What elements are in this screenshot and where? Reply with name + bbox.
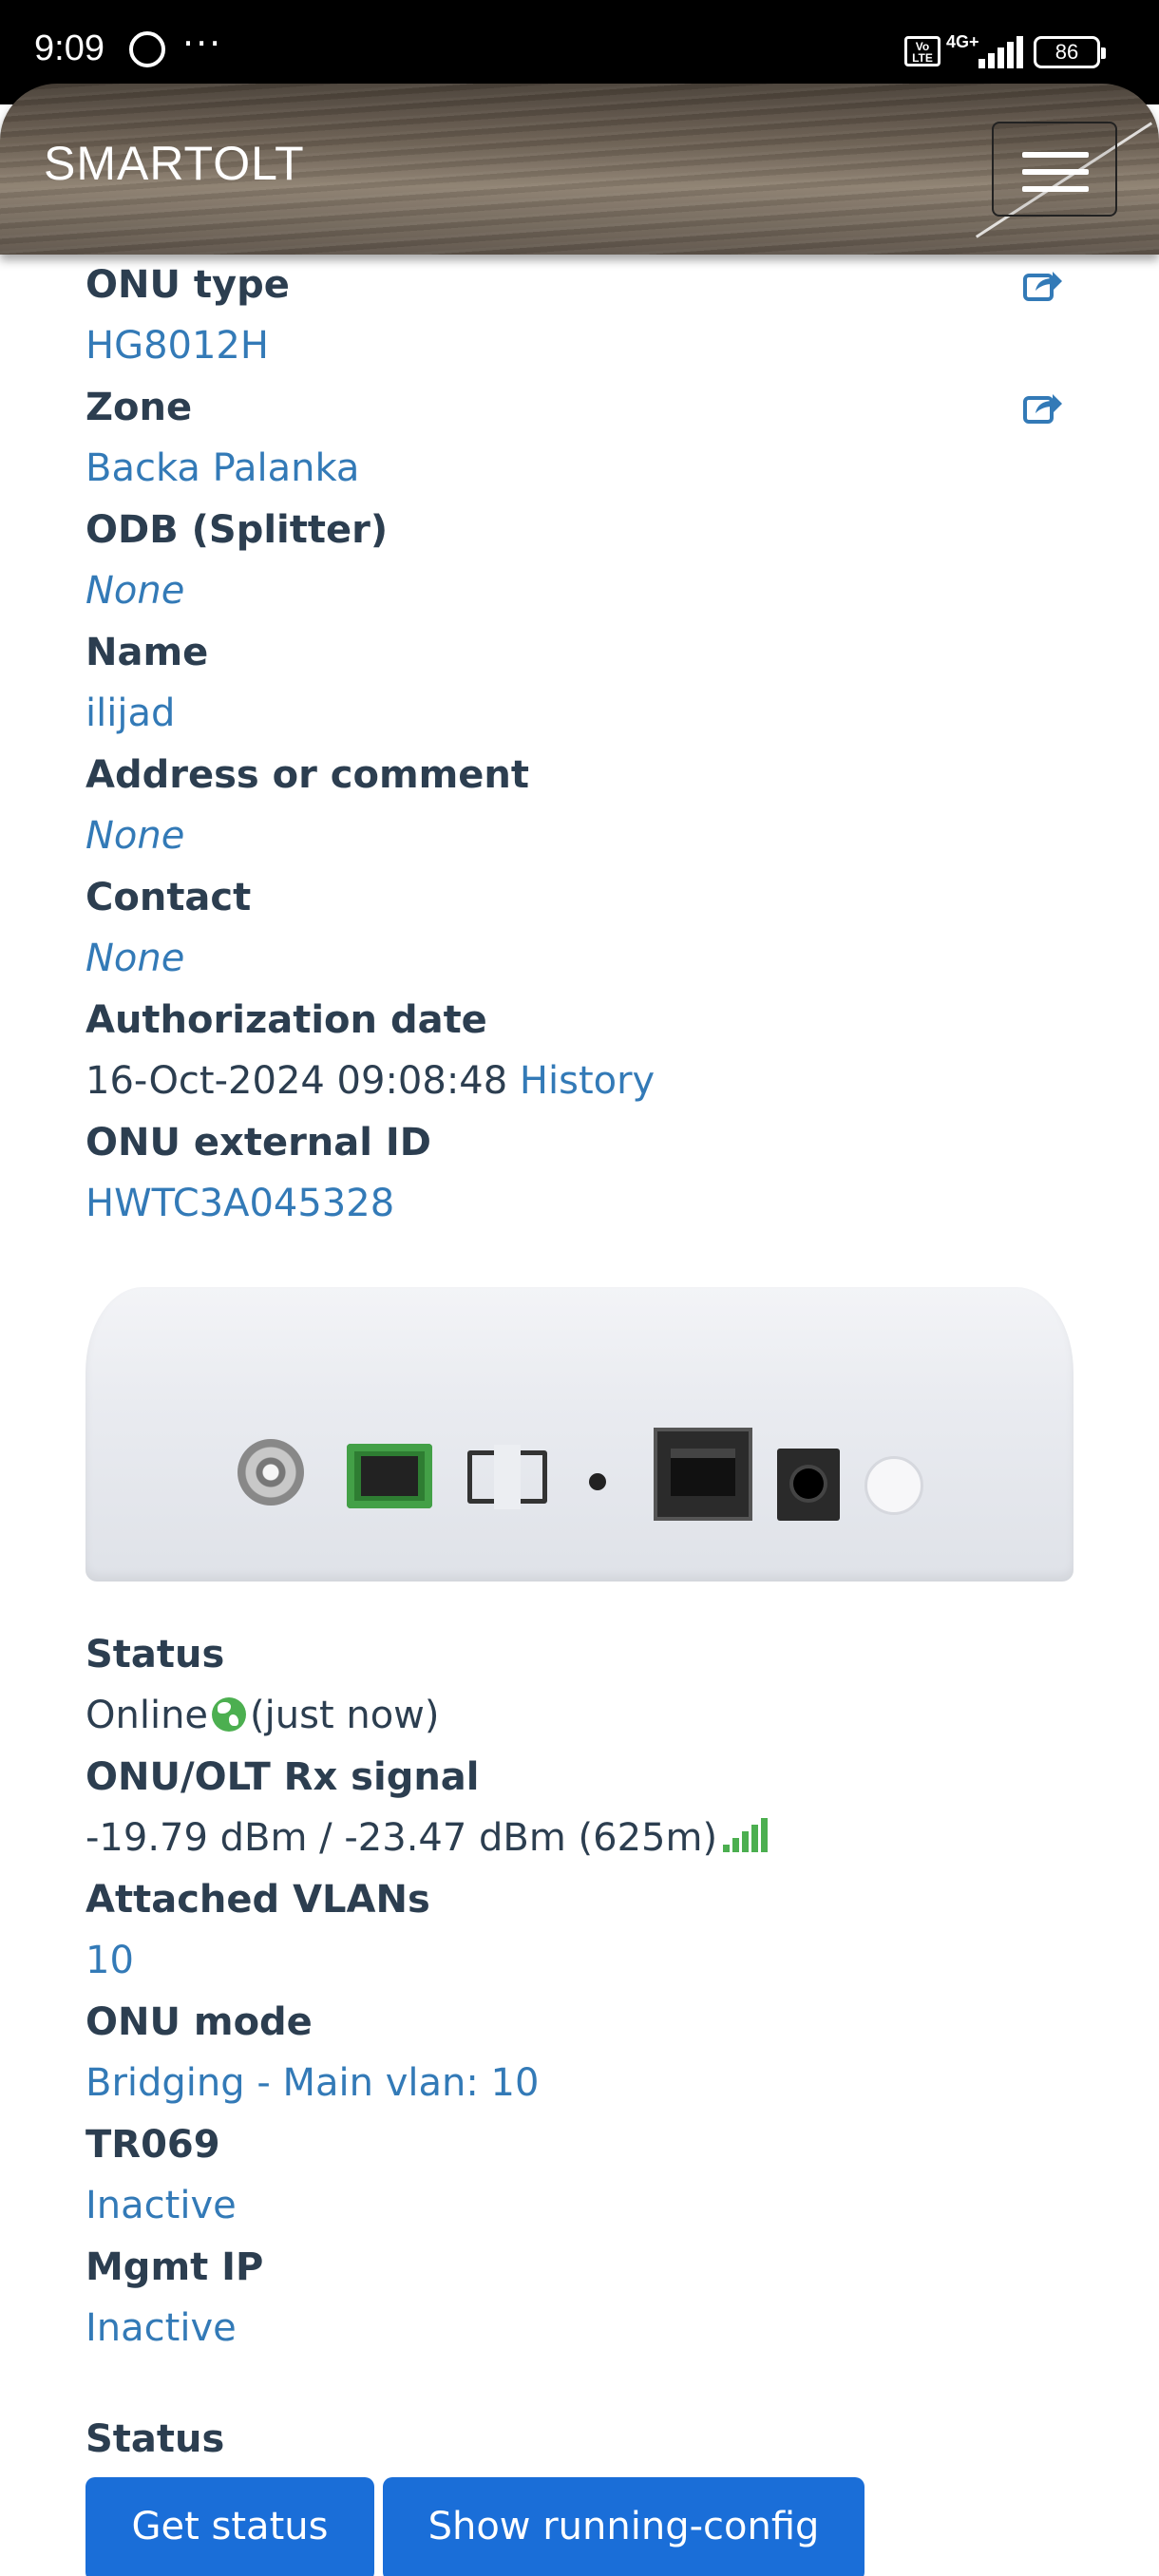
rx-signal-row: -19.79 dBm / -23.47 dBm (625m) [86,1808,1083,1869]
show-running-config-button[interactable]: Show running-config [383,2477,864,2576]
network-type: 4G+ [946,32,979,51]
onu-status: Status Online (just now) ONU/OLT Rx signa… [86,1624,1083,2359]
more-notifications-icon: ··· [182,23,223,65]
top-navbar: SMARTOLT [0,84,1159,255]
led-indicator [589,1473,606,1490]
onu-type-label: ONU type [86,263,290,307]
status-value: Online [86,1694,209,1737]
contact-label: Contact [86,876,252,919]
tr069-value[interactable]: Inactive [86,2175,1083,2237]
detail-address: Address or comment None [86,745,1083,867]
rx-signal-value: -19.79 dBm / -23.47 dBm (625m) [86,1816,718,1860]
odb-label: ODB (Splitter) [86,508,389,552]
mgmt-ip-value[interactable]: Inactive [86,2298,1083,2359]
brand-logo[interactable]: SMARTOLT [44,136,305,191]
onu-device-image [86,1287,1074,1582]
get-status-button[interactable]: Get status [86,2477,374,2576]
onu-details: ONU type HG8012H Zone Backa Palanka ODB … [86,255,1083,1235]
actions-heading: Status [86,2417,225,2461]
signal-strength-icon [978,36,1024,68]
port-label-gap [494,1445,521,1509]
tr069-label: TR069 [86,2123,220,2167]
vlans-label: Attached VLANs [86,1878,430,1922]
odb-value[interactable]: None [86,560,1083,622]
name-label: Name [86,631,209,674]
onu-mode-value[interactable]: Bridging - Main vlan: 10 [86,2053,1083,2114]
viber-icon [129,31,165,67]
auth-date-value: 16-Oct-2024 09:08:48 [86,1059,508,1103]
reset-button-icon [864,1456,923,1515]
signal-bars-icon [723,1818,769,1852]
status-label: Status [86,1633,225,1676]
detail-onu-type: ONU type HG8012H [86,255,1083,377]
device-body [86,1287,1074,1582]
address-label: Address or comment [86,753,530,797]
detail-contact: Contact None [86,867,1083,990]
contact-value[interactable]: None [86,928,1083,990]
power-port-hole [793,1468,824,1499]
zone-value[interactable]: Backa Palanka [86,438,1083,500]
detail-odb: ODB (Splitter) None [86,500,1083,622]
status-row: Online (just now) [86,1685,1083,1747]
fiber-port-inner [361,1456,418,1496]
globe-icon [212,1697,247,1732]
share-edit-icon[interactable] [1022,268,1064,302]
share-edit-icon[interactable] [1022,390,1064,425]
history-link[interactable]: History [520,1059,655,1103]
onu-type-value[interactable]: HG8012H [86,315,1083,377]
volte-icon: Vo LTE [904,36,940,66]
menu-toggle-button[interactable] [992,122,1117,217]
mgmt-ip-label: Mgmt IP [86,2245,264,2289]
detail-zone: Zone Backa Palanka [86,377,1083,500]
detail-name: Name ilijad [86,622,1083,745]
onu-mode-label: ONU mode [86,2000,313,2044]
address-value[interactable]: None [86,805,1083,867]
vlans-value[interactable]: 10 [86,1930,1083,1992]
battery-icon: 86 [1034,36,1106,68]
detail-authorization-date: Authorization date 16-Oct-2024 09:08:48 … [86,990,1083,1112]
status-time: (just now) [250,1694,440,1737]
auth-date-label: Authorization date [86,998,487,1042]
name-value[interactable]: ilijad [86,683,1083,745]
external-id-value[interactable]: HWTC3A045328 [86,1173,1083,1235]
hamburger-icon [1022,152,1089,158]
clock: 9:09 [34,28,104,68]
auth-date-row: 16-Oct-2024 09:08:48 History [86,1051,1083,1112]
zone-label: Zone [86,386,193,429]
ethernet-port-inner [671,1449,735,1496]
detail-external-id: ONU external ID HWTC3A045328 [86,1112,1083,1235]
external-id-label: ONU external ID [86,1121,431,1165]
coax-port-icon [238,1439,304,1506]
rx-signal-label: ONU/OLT Rx signal [86,1755,480,1799]
